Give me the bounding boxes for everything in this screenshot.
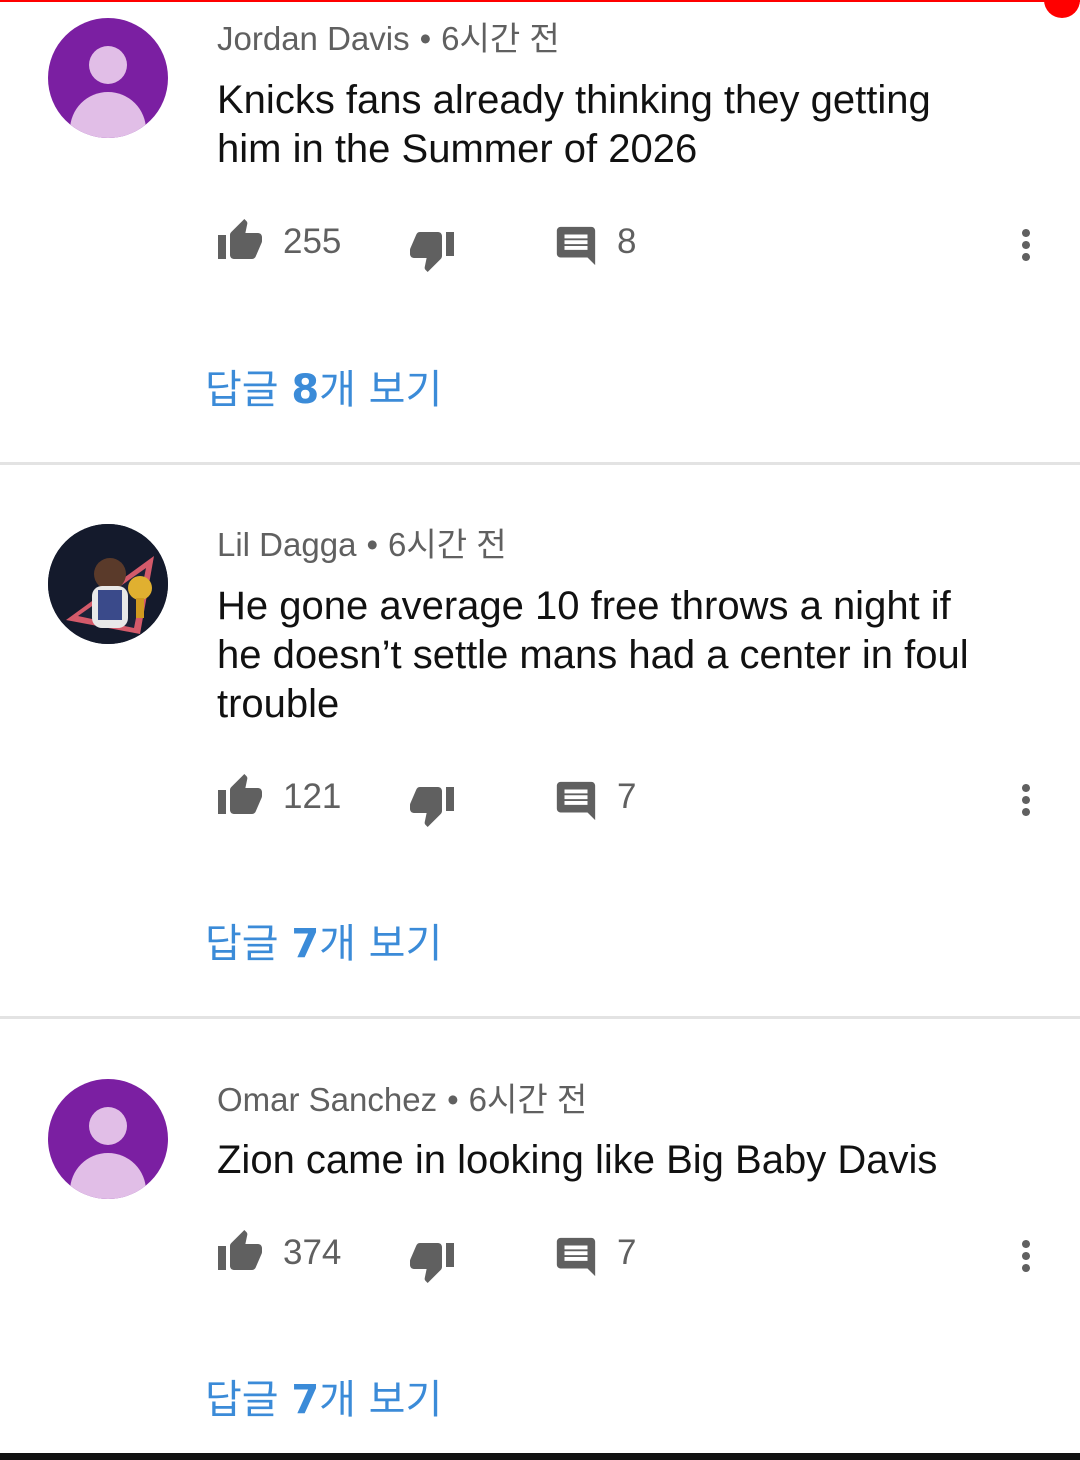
more-vertical-icon[interactable] xyxy=(1002,1232,1050,1280)
comment-icon[interactable] xyxy=(553,223,599,269)
view-replies-number: 8 xyxy=(291,367,320,413)
view-replies-link[interactable]: 답글 7개 보기 xyxy=(205,920,442,968)
thumb-up-icon[interactable] xyxy=(216,772,264,820)
reply-count: 8 xyxy=(617,222,637,261)
view-replies-number: 7 xyxy=(291,1377,320,1423)
comment-text-line: him in the Summer of 2026 xyxy=(217,127,698,171)
thumb-up-icon[interactable] xyxy=(216,1228,264,1276)
view-replies-number: 7 xyxy=(291,921,320,967)
meta-separator: • xyxy=(366,526,378,563)
comment-time: 6시간 전 xyxy=(468,1081,588,1118)
comment-icon[interactable] xyxy=(553,1234,599,1280)
like-count: 255 xyxy=(283,222,342,261)
avatar-body xyxy=(70,92,146,138)
avatar[interactable] xyxy=(48,18,168,138)
thumb-down-icon[interactable] xyxy=(408,1237,456,1285)
view-replies-prefix: 답글 xyxy=(205,367,292,413)
reply-count: 7 xyxy=(617,777,637,816)
author-name[interactable]: Jordan Davis xyxy=(217,20,410,57)
comment-meta: Jordan Davis • 6시간 전 xyxy=(217,19,560,59)
comment-text-line: He gone average 10 free throws a night i… xyxy=(217,584,951,628)
more-vertical-icon[interactable] xyxy=(1002,776,1050,824)
comment-meta: Omar Sanchez • 6시간 전 xyxy=(217,1080,587,1120)
meta-separator: • xyxy=(447,1081,459,1118)
comment-text-line: Knicks fans already thinking they gettin… xyxy=(217,78,931,122)
comment-meta: Lil Dagga • 6시간 전 xyxy=(217,525,507,565)
view-replies-link[interactable]: 답글 8개 보기 xyxy=(205,366,442,414)
view-replies-suffix: 개 보기 xyxy=(319,1377,443,1423)
comment-item: Lil Dagga • 6시간 전 He gone average 10 free … xyxy=(0,465,1080,1016)
view-replies-suffix: 개 보기 xyxy=(319,367,443,413)
view-replies-prefix: 답글 xyxy=(205,1377,292,1423)
avatar[interactable] xyxy=(48,524,168,644)
view-replies-suffix: 개 보기 xyxy=(319,921,443,967)
comment-text-line: Zion came in looking like Big Baby Davis xyxy=(217,1138,938,1182)
like-count: 374 xyxy=(283,1233,342,1272)
comment-text: Knicks fans already thinking they gettin… xyxy=(217,76,1027,174)
reply-count: 7 xyxy=(617,1233,637,1272)
like-count: 121 xyxy=(283,777,342,816)
author-name[interactable]: Lil Dagga xyxy=(217,526,356,563)
comment-item: Omar Sanchez • 6시간 전 Zion came in looking … xyxy=(0,1019,1080,1453)
more-vertical-icon[interactable] xyxy=(1002,221,1050,269)
comment-time: 6시간 전 xyxy=(441,20,560,57)
author-name[interactable]: Omar Sanchez xyxy=(217,1081,437,1118)
comment-text: Zion came in looking like Big Baby Davis xyxy=(217,1136,1027,1185)
avatar-photo xyxy=(48,524,168,644)
comment-time: 6시간 전 xyxy=(388,526,507,563)
avatar-head xyxy=(89,1107,127,1145)
comment-item: Jordan Davis • 6시간 전 Knicks fans already t… xyxy=(0,0,1080,462)
comment-text-line: he doesn’t settle mans had a center in f… xyxy=(217,633,969,677)
meta-separator: • xyxy=(419,20,432,57)
view-replies-prefix: 답글 xyxy=(205,921,292,967)
comment-text: He gone average 10 free throws a night i… xyxy=(217,582,1027,729)
avatar[interactable] xyxy=(48,1079,168,1199)
thumb-down-icon[interactable] xyxy=(408,781,456,829)
bottom-edge-bar xyxy=(0,1453,1080,1460)
comment-icon[interactable] xyxy=(553,778,599,824)
thumb-down-icon[interactable] xyxy=(408,226,456,274)
view-replies-link[interactable]: 답글 7개 보기 xyxy=(205,1376,442,1424)
avatar-head xyxy=(89,46,127,84)
avatar-body xyxy=(70,1153,146,1199)
thumb-up-icon[interactable] xyxy=(216,217,264,265)
comment-text-line: trouble xyxy=(217,682,340,726)
